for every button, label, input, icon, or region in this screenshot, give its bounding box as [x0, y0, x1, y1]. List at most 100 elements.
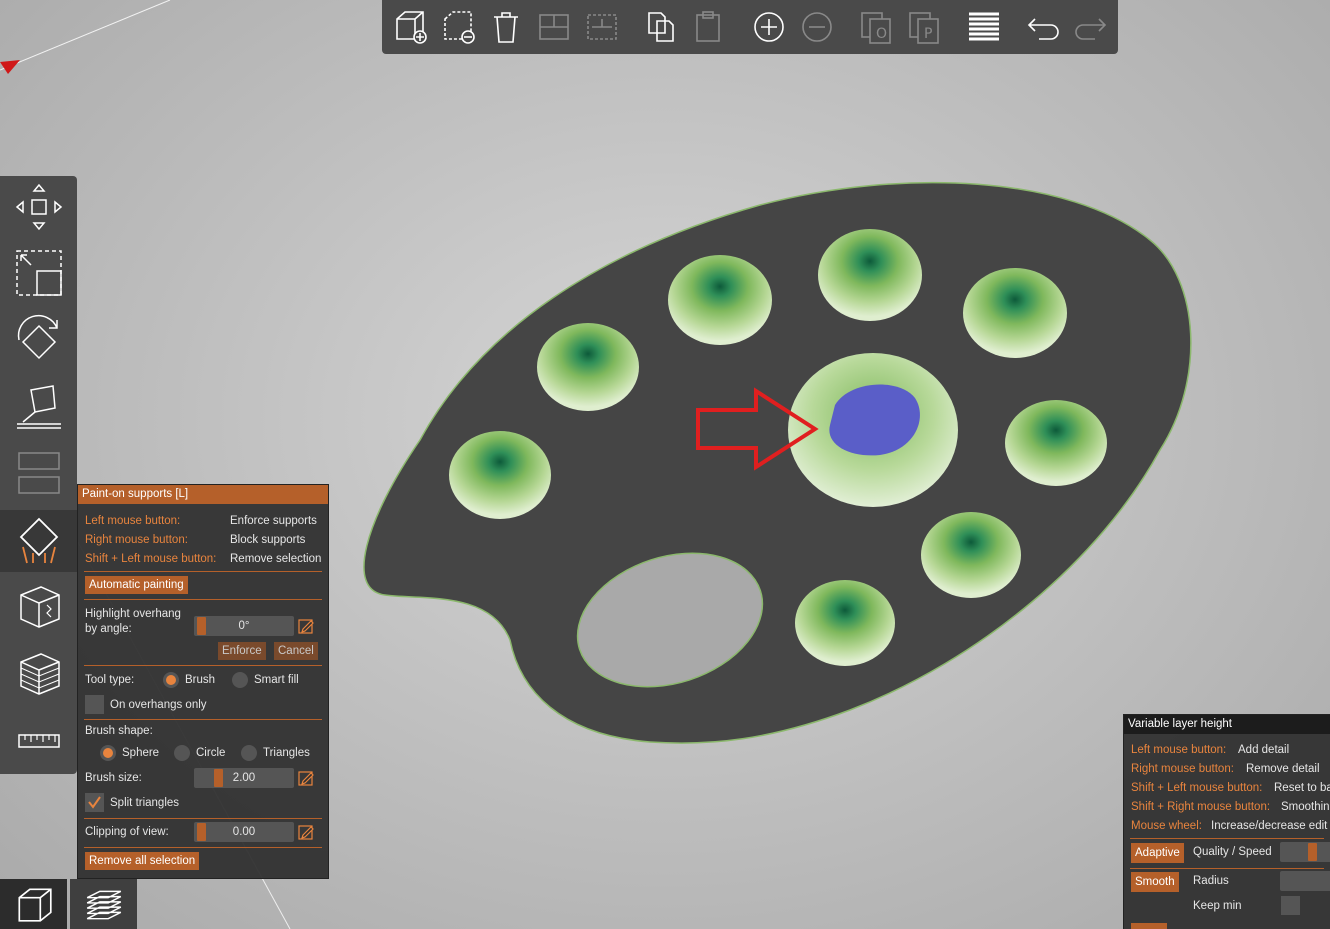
enforce-button[interactable]: Enforce	[218, 642, 266, 660]
smart-fill-radio[interactable]	[232, 672, 248, 688]
layer-height-panel: Variable layer height Left mouse button:…	[1123, 714, 1330, 929]
divider	[84, 571, 322, 572]
edit-icon[interactable]	[298, 824, 314, 840]
add-instance-icon[interactable]	[748, 5, 790, 49]
brush-size-value: 2.00	[232, 772, 256, 784]
divider	[84, 847, 322, 848]
left-mouse-label: Left mouse button:	[1131, 744, 1227, 756]
shift-right-value: Smoothin	[1281, 801, 1330, 813]
right-mouse-value: Remove detail	[1246, 763, 1320, 775]
redo-icon[interactable]	[1070, 5, 1112, 49]
scale-icon[interactable]	[0, 242, 77, 304]
on-overhangs-only-checkbox[interactable]	[85, 695, 104, 714]
shift-left-label: Shift + Left mouse button:	[1131, 782, 1263, 794]
divider	[1130, 838, 1324, 839]
edit-icon[interactable]	[298, 618, 314, 634]
smooth-button[interactable]: Smooth	[1131, 872, 1179, 892]
cut-icon[interactable]	[0, 442, 77, 504]
shift-left-value: Reset to ba	[1274, 782, 1330, 794]
shift-right-label: Shift + Right mouse button:	[1131, 801, 1271, 813]
quality-speed-slider[interactable]	[1280, 842, 1330, 862]
measure-icon[interactable]	[0, 710, 77, 772]
left-toolbar	[0, 176, 77, 774]
paste-icon[interactable]	[688, 5, 730, 49]
triangles-radio[interactable]	[241, 745, 257, 761]
paint-supports-panel: Paint-on supports [L] Left mouse button:…	[77, 484, 329, 879]
divider	[84, 818, 322, 819]
adaptive-button[interactable]: Adaptive	[1131, 843, 1184, 863]
keep-min-checkbox[interactable]	[1281, 896, 1300, 915]
brush-radio[interactable]	[163, 672, 179, 688]
triangles-label: Triangles	[263, 747, 310, 759]
left-mouse-label: Left mouse button:	[85, 515, 181, 527]
wheel-label: Mouse wheel:	[1131, 820, 1202, 832]
left-mouse-value: Add detail	[1238, 744, 1290, 756]
sphere-label: Sphere	[122, 747, 160, 759]
brush-size-label: Brush size:	[85, 772, 142, 784]
edit-icon[interactable]	[298, 770, 314, 786]
copy-icon[interactable]	[641, 5, 683, 49]
seam-paint-icon[interactable]	[0, 576, 77, 638]
top-toolbar: O P	[382, 0, 1118, 54]
quality-speed-label: Quality / Speed	[1193, 846, 1272, 858]
split-triangles-label: Split triangles	[110, 797, 180, 809]
add-icon[interactable]	[390, 5, 432, 49]
right-mouse-value: Block supports	[230, 534, 306, 546]
shift-left-value: Remove selection	[230, 553, 322, 565]
radius-slider[interactable]	[1280, 871, 1330, 891]
sphere-radio[interactable]	[100, 745, 116, 761]
remove-all-selection-button[interactable]: Remove all selection	[85, 852, 200, 870]
delete-icon[interactable]	[438, 5, 480, 49]
paint-well	[449, 431, 551, 519]
highlight-angle-value: 0°	[238, 620, 250, 632]
view-tabs	[0, 879, 137, 929]
undo-icon[interactable]	[1022, 5, 1064, 49]
clipping-label: Clipping of view:	[85, 826, 169, 838]
circle-label: Circle	[196, 747, 226, 759]
clipping-slider[interactable]: 0.00	[194, 822, 294, 842]
left-mouse-value: Enforce supports	[230, 515, 317, 527]
remove-instance-icon[interactable]	[796, 5, 838, 49]
preview-icon[interactable]	[70, 879, 137, 929]
paint-well	[537, 323, 639, 411]
wheel-value: Increase/decrease edit	[1211, 820, 1328, 832]
highlight-label-2: by angle:	[85, 623, 132, 635]
paint-supports-icon[interactable]	[0, 510, 77, 572]
arrange-icon[interactable]	[533, 5, 575, 49]
reset-button[interactable]	[1131, 923, 1167, 929]
delete-all-icon[interactable]	[485, 5, 527, 49]
layers-editing-icon[interactable]	[963, 5, 1005, 49]
paint-well	[795, 580, 895, 666]
panel-title: Variable layer height	[1124, 715, 1330, 734]
right-mouse-label: Right mouse button:	[85, 534, 188, 546]
circle-radio[interactable]	[174, 745, 190, 761]
paint-well	[963, 268, 1067, 358]
split-objects-icon[interactable]: O	[855, 5, 897, 49]
highlight-label: Highlight overhang	[85, 608, 181, 620]
highlight-angle-slider[interactable]: 0°	[194, 616, 294, 636]
svg-text:O: O	[876, 26, 887, 42]
split-parts-icon[interactable]: P	[903, 5, 945, 49]
place-on-face-icon[interactable]	[0, 375, 77, 437]
right-mouse-label: Right mouse button:	[1131, 763, 1234, 775]
move-icon[interactable]	[0, 176, 77, 238]
brush-label: Brush	[185, 674, 216, 686]
divider	[84, 599, 322, 600]
brush-size-slider[interactable]: 2.00	[194, 768, 294, 788]
multimaterial-icon[interactable]	[0, 643, 77, 705]
keep-min-label: Keep min	[1193, 900, 1242, 912]
cancel-button[interactable]: Cancel	[274, 642, 318, 660]
tool-type-label: Tool type:	[85, 674, 135, 686]
smart-fill-label: Smart fill	[254, 674, 299, 686]
paint-well	[1005, 400, 1107, 486]
automatic-painting-button[interactable]: Automatic painting	[85, 576, 188, 594]
arrange-selection-icon[interactable]	[581, 5, 623, 49]
brush-shape-label: Brush shape:	[85, 725, 153, 737]
rotate-icon[interactable]	[0, 309, 77, 371]
paint-well	[668, 255, 772, 345]
svg-text:P: P	[924, 26, 932, 42]
radius-label: Radius	[1193, 875, 1229, 887]
split-triangles-checkbox[interactable]	[85, 793, 104, 812]
3d-view-icon[interactable]	[0, 879, 67, 929]
divider	[1130, 868, 1324, 869]
